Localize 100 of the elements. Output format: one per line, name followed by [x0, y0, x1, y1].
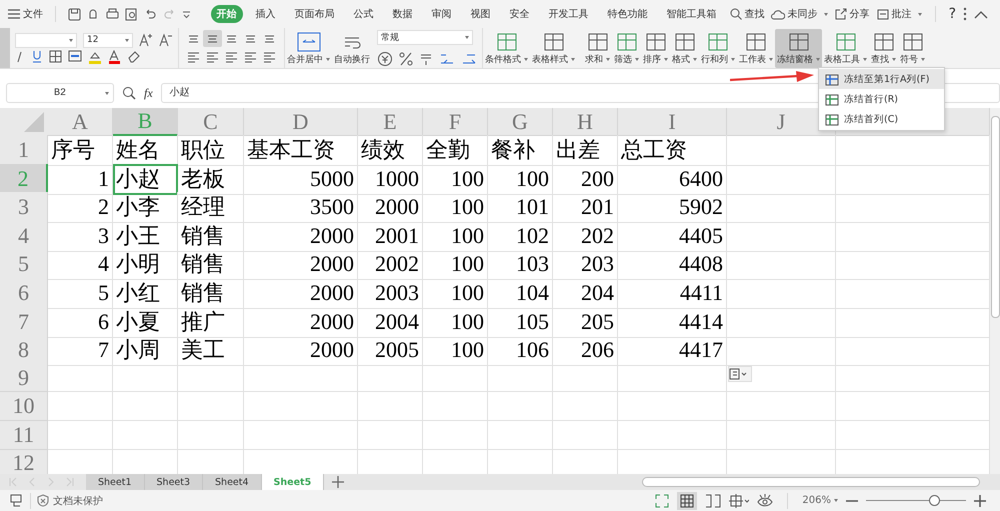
ribbon-button[interactable]: 筛选: [612, 28, 641, 68]
page-break-icon[interactable]: [705, 494, 722, 508]
collapse-icon[interactable]: [974, 10, 988, 18]
row-header[interactable]: 4: [0, 220, 48, 252]
ribbon-tab[interactable]: 开发工具: [542, 5, 595, 23]
column-header[interactable]: D: [244, 108, 358, 136]
sheet-tab[interactable]: Sheet4: [203, 474, 262, 490]
wrap-text-button[interactable]: 自动换行: [332, 28, 372, 68]
menu-item[interactable]: 冻结至第1行A列(F): [819, 69, 944, 89]
help-button[interactable]: ?: [948, 6, 956, 22]
thousands-icon[interactable]: [419, 52, 433, 66]
ribbon-button[interactable]: 冻结窗格: [775, 29, 822, 68]
font-size-field[interactable]: 12: [83, 32, 133, 48]
font-color-icon[interactable]: [108, 50, 121, 64]
horizontal-scrollbar[interactable]: [642, 477, 980, 487]
table-cell: 4411: [618, 278, 727, 309]
zoom-in-icon[interactable]: [974, 494, 986, 506]
ribbon-tab[interactable]: 智能工具箱: [660, 5, 723, 23]
column-header[interactable]: I: [618, 108, 727, 136]
ribbon-button[interactable]: 求和: [583, 28, 612, 68]
table-cell: 总工资: [618, 135, 727, 166]
merge-center-button[interactable]: 合并居中: [285, 28, 332, 68]
font-name-field[interactable]: [15, 32, 77, 48]
function-label[interactable]: fx: [144, 86, 153, 100]
ribbon-tab[interactable]: 审阅: [426, 5, 458, 23]
column-header[interactable]: E: [358, 108, 423, 136]
border-icon[interactable]: [49, 50, 62, 63]
row-header[interactable]: 11: [0, 420, 48, 450]
ribbon-tab[interactable]: 数据: [386, 5, 419, 23]
row-header[interactable]: 8: [0, 335, 48, 366]
sheet-tab[interactable]: Sheet1: [86, 474, 145, 490]
number-format-field[interactable]: 常规: [377, 30, 473, 44]
column-header[interactable]: F: [423, 108, 488, 136]
customize-icon[interactable]: [182, 10, 191, 18]
save-icon[interactable]: [68, 8, 81, 20]
decrease-decimal-icon[interactable]: [461, 52, 477, 66]
share-button[interactable]: 分享: [834, 7, 870, 21]
table-cell: 3: [48, 220, 113, 252]
ribbon-tab[interactable]: 特色功能: [602, 5, 654, 23]
column-header[interactable]: C: [178, 108, 244, 136]
ribbon-tab[interactable]: 页面布局: [288, 5, 341, 23]
file-menu[interactable]: 文件: [8, 7, 43, 21]
eraser-icon[interactable]: [127, 50, 141, 63]
name-box[interactable]: B2: [6, 83, 114, 103]
add-sheet-icon[interactable]: [332, 476, 344, 488]
align-middle-icon[interactable]: [203, 30, 222, 47]
row-header[interactable]: 9: [0, 364, 48, 392]
row-header[interactable]: 6: [0, 278, 48, 309]
zoom-icon[interactable]: [122, 86, 136, 100]
column-header[interactable]: H: [553, 108, 618, 136]
ribbon-button[interactable]: 表格样式: [530, 28, 577, 68]
percent-icon[interactable]: [399, 52, 413, 66]
protection-status[interactable]: 文档未保护: [37, 494, 103, 508]
row-header[interactable]: 10: [0, 392, 48, 421]
fullscreen-icon[interactable]: [655, 494, 670, 508]
column-header[interactable]: G: [488, 108, 553, 136]
column-header[interactable]: A: [48, 108, 113, 136]
page-layout-icon[interactable]: [729, 494, 750, 508]
font-shrink-icon[interactable]: [159, 33, 173, 47]
table-cell: [48, 420, 113, 450]
more-icon[interactable]: [963, 7, 967, 21]
normal-view-icon[interactable]: [677, 492, 698, 510]
ribbon-button[interactable]: 格式: [670, 28, 699, 68]
preview-icon[interactable]: [124, 8, 138, 20]
font-grow-icon[interactable]: [139, 33, 153, 47]
table-cell: [113, 392, 178, 421]
row-header[interactable]: 5: [0, 249, 48, 280]
cell-style-icon[interactable]: [68, 50, 82, 63]
ribbon-button[interactable]: 排序: [641, 28, 670, 68]
row-header[interactable]: 3: [0, 192, 48, 224]
row-header[interactable]: 7: [0, 306, 48, 338]
ribbon-tab[interactable]: 插入: [250, 5, 282, 23]
macro-icon[interactable]: [10, 494, 24, 508]
search-button[interactable]: 查找: [730, 7, 765, 21]
ribbon-button[interactable]: 条件格式: [483, 28, 530, 68]
row-header[interactable]: 12: [0, 450, 48, 474]
table-cell: [178, 392, 244, 421]
print-icon[interactable]: [106, 8, 119, 20]
fill-color-icon[interactable]: [88, 50, 102, 64]
underline-icon[interactable]: [31, 50, 43, 63]
increase-decimal-icon[interactable]: [439, 52, 455, 66]
table-cell: [178, 420, 244, 450]
sync-button[interactable]: 未同步: [770, 7, 828, 21]
ribbon-button[interactable]: 行和列: [699, 28, 737, 68]
table-cell: [488, 420, 553, 450]
ribbon-tab[interactable]: 视图: [464, 5, 497, 23]
sheet-tab[interactable]: Sheet3: [144, 474, 204, 490]
zoom-level[interactable]: 206%: [802, 495, 838, 506]
table-cell: 105: [488, 306, 553, 338]
currency-icon[interactable]: [377, 50, 393, 66]
scroll-thumb[interactable]: [991, 116, 1000, 318]
undo-icon[interactable]: [144, 8, 157, 20]
ribbon-tab[interactable]: 安全: [504, 5, 536, 23]
row-header[interactable]: 1: [0, 135, 48, 166]
comment-button[interactable]: 批注: [876, 7, 922, 21]
eye-icon[interactable]: [757, 494, 774, 508]
paste-options-icon[interactable]: [728, 366, 752, 382]
table-cell: 序号: [48, 135, 113, 166]
ribbon-tab[interactable]: 公式: [348, 5, 380, 23]
zoom-slider-thumb[interactable]: [929, 495, 940, 506]
